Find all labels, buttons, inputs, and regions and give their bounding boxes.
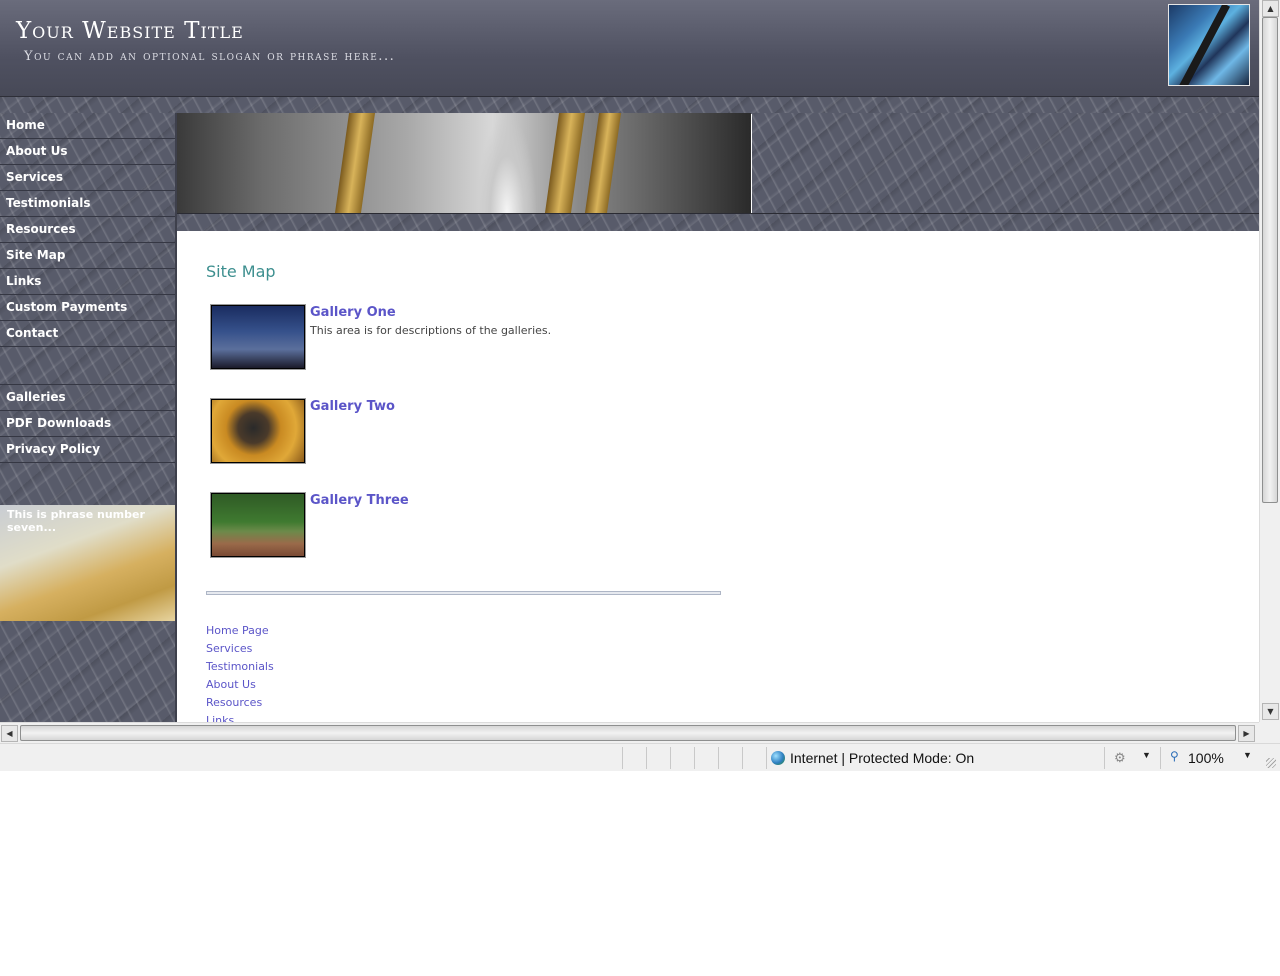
- scroll-down-arrow-icon[interactable]: ▼: [1262, 703, 1279, 720]
- vertical-scroll-thumb[interactable]: [1262, 17, 1278, 503]
- status-separator: [766, 747, 767, 769]
- gallery-one-description: This area is for descriptions of the gal…: [310, 324, 552, 337]
- status-separator: [1160, 747, 1161, 769]
- browser-viewport: Your Website Title You can add an option…: [0, 0, 1259, 722]
- footer-link-about-us[interactable]: About Us: [206, 676, 274, 694]
- status-separator: [670, 747, 671, 769]
- nav-item-contact[interactable]: Contact: [0, 321, 175, 347]
- horizontal-scrollbar[interactable]: ◀ ▶: [0, 722, 1259, 743]
- nav-item-testimonials[interactable]: Testimonials: [0, 191, 175, 217]
- vertical-scrollbar[interactable]: ▲ ▼: [1259, 0, 1280, 722]
- status-separator: [694, 747, 695, 769]
- nav-item-about-us[interactable]: About Us: [0, 139, 175, 165]
- nav-item-resources[interactable]: Resources: [0, 217, 175, 243]
- gallery-one-thumbnail[interactable]: [211, 305, 305, 369]
- scroll-up-arrow-icon[interactable]: ▲: [1262, 0, 1279, 17]
- nav-item-privacy-policy[interactable]: Privacy Policy: [0, 437, 175, 463]
- footer-link-testimonials[interactable]: Testimonials: [206, 658, 274, 676]
- site-title: Your Website Title: [16, 18, 244, 44]
- sidebar-promo-image: This is phrase number seven...: [0, 505, 175, 621]
- internet-globe-icon: [771, 751, 785, 765]
- security-zone-status[interactable]: Internet | Protected Mode: On: [790, 750, 974, 766]
- scroll-left-arrow-icon[interactable]: ◀: [1, 725, 18, 742]
- nav-item-links[interactable]: Links: [0, 269, 175, 295]
- sidebar: Home About Us Services Testimonials Reso…: [0, 113, 175, 722]
- protected-mode-icon[interactable]: ⚙: [1114, 750, 1130, 766]
- nav-item-pdf-downloads[interactable]: PDF Downloads: [0, 411, 175, 437]
- nav-spacer: [0, 347, 175, 385]
- resize-grip-icon[interactable]: [1266, 758, 1276, 768]
- status-separator: [742, 747, 743, 769]
- gallery-two-link[interactable]: Gallery Two: [310, 399, 395, 414]
- status-separator: [1104, 747, 1105, 769]
- footer-link-services[interactable]: Services: [206, 640, 274, 658]
- gallery-two-thumbnail[interactable]: [211, 399, 305, 463]
- header-marble-strip: [0, 96, 1259, 114]
- banner-marble-strip: [177, 213, 1259, 231]
- status-separator: [646, 747, 647, 769]
- nav-item-galleries[interactable]: Galleries: [0, 385, 175, 411]
- browser-status-bar: Internet | Protected Mode: On ⚙ ▼ ⚲ 100%…: [0, 743, 1280, 771]
- nav-item-custom-payments[interactable]: Custom Payments: [0, 295, 175, 321]
- site-header: Your Website Title You can add an option…: [0, 0, 1259, 96]
- banner-marble: [752, 113, 1259, 213]
- nav-item-services[interactable]: Services: [0, 165, 175, 191]
- scroll-right-arrow-icon[interactable]: ▶: [1238, 725, 1255, 742]
- site-slogan: You can add an optional slogan or phrase…: [24, 49, 396, 64]
- status-separator: [622, 747, 623, 769]
- gallery-three-link[interactable]: Gallery Three: [310, 493, 409, 508]
- nav-item-home[interactable]: Home: [0, 113, 175, 139]
- footer-link-resources[interactable]: Resources: [206, 694, 274, 712]
- main-content: Site Map Gallery One This area is for de…: [177, 231, 1259, 722]
- nav-item-site-map[interactable]: Site Map: [0, 243, 175, 269]
- content-divider: [206, 591, 721, 595]
- horizontal-scroll-thumb[interactable]: [20, 725, 1236, 741]
- promo-phrase: This is phrase number seven...: [7, 508, 145, 534]
- banner-hourglass-photo: [177, 113, 751, 213]
- status-separator: [718, 747, 719, 769]
- zoom-level[interactable]: 100%: [1188, 750, 1224, 766]
- zoom-chevron-down-icon[interactable]: ▼: [1243, 750, 1252, 760]
- gallery-one-link[interactable]: Gallery One: [310, 305, 396, 320]
- footer-link-links[interactable]: Links: [206, 712, 274, 722]
- footer-link-home-page[interactable]: Home Page: [206, 622, 274, 640]
- chevron-down-icon[interactable]: ▼: [1142, 750, 1151, 760]
- page-title: Site Map: [206, 262, 276, 281]
- footer-links: Home Page Services Testimonials About Us…: [206, 622, 274, 722]
- header-thumbnail-image: [1168, 4, 1250, 86]
- gallery-three-thumbnail[interactable]: [211, 493, 305, 557]
- zoom-magnifier-icon[interactable]: ⚲: [1170, 749, 1179, 763]
- scrollbar-corner: [1259, 722, 1280, 743]
